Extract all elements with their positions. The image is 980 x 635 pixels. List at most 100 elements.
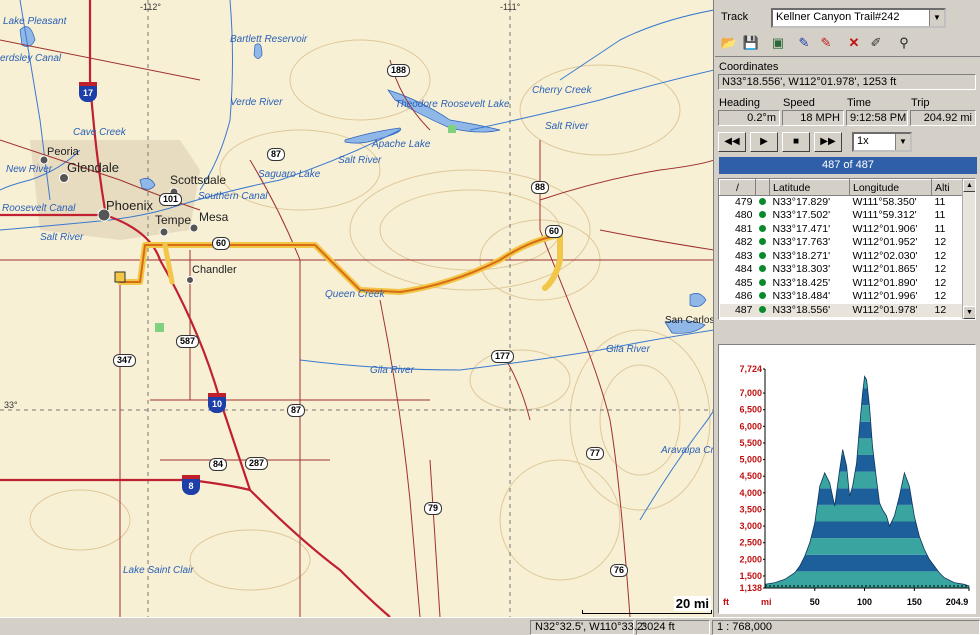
y-tick-label: 1,500 xyxy=(739,571,762,581)
highway-shield: 60 xyxy=(212,237,231,250)
point-marker-icon xyxy=(758,198,766,205)
playback-speed-value: 1x xyxy=(857,135,869,147)
pin-blue-icon[interactable]: ✎ xyxy=(793,33,815,53)
elevation-band xyxy=(765,554,969,572)
water-label: Theodore Roosevelt Lake xyxy=(395,99,510,110)
heading-value: 0.2°m xyxy=(718,110,780,126)
map-scale: 1 : 768,000 xyxy=(712,620,980,635)
water-label: Lake Pleasant xyxy=(3,16,67,27)
y-tick-label: 5,500 xyxy=(739,438,762,448)
scroll-down-icon[interactable]: ▼ xyxy=(963,306,975,319)
coordinates-label: Coordinates xyxy=(719,61,779,73)
highway-shield: 88 xyxy=(531,181,550,194)
save-icon[interactable]: 💾 xyxy=(740,33,762,53)
elevation-profile-chart[interactable]: 7,724 7,000 6,500 6,000 5,500 5,000 4,500 4,000… xyxy=(718,344,976,614)
y-tick-label: 2,000 xyxy=(739,554,762,564)
water-label: Cherry Creek xyxy=(532,85,592,96)
table-scrollbar[interactable]: ▲ ▼ xyxy=(962,179,975,319)
scroll-up-icon[interactable]: ▲ xyxy=(963,179,975,192)
interstate-shield: 8 xyxy=(182,475,200,495)
city-label: Scottsdale xyxy=(170,173,227,187)
playback-speed-select[interactable]: 1x ▼ xyxy=(852,132,912,152)
column-header[interactable]: Latitude xyxy=(769,179,850,196)
table-row[interactable]: 481 N33°17.471' W112°01.906' 11 xyxy=(720,223,964,237)
water-label: Southern Canal xyxy=(198,191,268,202)
column-header[interactable]: Longitude xyxy=(849,179,932,196)
city-label: Mesa xyxy=(199,210,229,224)
y-tick-label: 3,500 xyxy=(739,504,762,514)
elevation-band xyxy=(765,454,969,472)
interstate-shield: 10 xyxy=(208,393,226,413)
water-label: Aravaipa Cr xyxy=(661,445,714,456)
x-tick-label: 100 xyxy=(857,597,872,607)
track-points-table[interactable]: / Latitude Longitude Alti 479 N33°17.829'… xyxy=(718,178,976,320)
table-row[interactable]: 482 N33°17.763' W112°01.952' 12 xyxy=(720,236,964,250)
point-marker-icon xyxy=(758,211,766,219)
elevation-profile-svg: 7,724 7,000 6,500 6,000 5,500 5,000 4,500 4,000… xyxy=(723,364,970,607)
interstate-shield: 17 xyxy=(79,82,97,102)
elevation-band xyxy=(765,388,969,406)
time-label: Time xyxy=(847,97,872,109)
cursor-elevation: 3024 ft xyxy=(636,620,710,635)
cursor-coordinates: N32°32.5', W110°33.2' xyxy=(530,620,645,635)
elevation-band xyxy=(765,438,969,455)
track-select[interactable]: Kellner Canyon Trail#242 ▼ xyxy=(771,8,946,28)
elevation-band xyxy=(765,369,969,372)
point-marker-icon xyxy=(758,292,766,300)
trip-label: Trip xyxy=(911,97,930,109)
water-label: Queen Creek xyxy=(325,289,385,300)
highway-shield: 79 xyxy=(424,502,443,515)
table-row[interactable]: 485 N33°18.425' W112°01.890' 12 xyxy=(720,277,964,291)
column-header[interactable]: Alti xyxy=(931,179,964,196)
table-row[interactable]: 484 N33°18.303' W112°01.865' 12 xyxy=(720,263,964,277)
place-label: San Carlos xyxy=(665,315,714,326)
city-label: Peoria xyxy=(47,146,79,158)
speed-label: Speed xyxy=(783,97,815,109)
map-canvas xyxy=(0,0,713,617)
delete-icon[interactable]: ✕ xyxy=(843,33,865,53)
column-header[interactable] xyxy=(755,179,770,196)
longitude-label: -112° xyxy=(140,2,161,12)
point-marker-icon xyxy=(758,278,766,286)
water-label: New River xyxy=(6,164,53,175)
chevron-down-icon[interactable]: ▼ xyxy=(895,134,910,150)
map-image-icon[interactable]: ▣ xyxy=(767,33,789,53)
table-row[interactable]: 480 N33°17.502' W111°59.312' 11 xyxy=(720,209,964,223)
track-label: Track xyxy=(721,11,749,23)
y-unit-label: ft xyxy=(723,597,729,607)
edit-icon[interactable]: ✐ xyxy=(865,33,887,53)
table-row[interactable]: 479 N33°17.829' W111°58.350' 11 xyxy=(720,196,964,210)
y-tick-label: 4,000 xyxy=(739,488,762,498)
water-label: Saguaro Lake xyxy=(258,169,321,180)
city-label: Chandler xyxy=(192,264,237,276)
point-marker-icon xyxy=(758,251,766,259)
binoculars-icon[interactable]: ⚲ xyxy=(893,33,915,53)
elevation-area xyxy=(765,369,969,588)
table-row[interactable]: 486 N33°18.484' W112°01.996' 12 xyxy=(720,290,964,304)
y-tick-label: 7,000 xyxy=(739,388,762,398)
latitude-label: 33° xyxy=(4,400,18,410)
elevation-band xyxy=(765,421,969,439)
fast-forward-button[interactable]: ▶▶ xyxy=(814,132,842,152)
longitude-label: -111° xyxy=(500,2,521,12)
open-folder-icon[interactable]: 📂 xyxy=(718,33,740,53)
rewind-button[interactable]: ◀◀ xyxy=(718,132,746,152)
y-tick-label: 4,500 xyxy=(739,471,762,481)
chevron-down-icon[interactable]: ▼ xyxy=(929,10,944,26)
play-button[interactable]: ▶ xyxy=(750,132,778,152)
table-row[interactable]: 487 N33°18.556' W112°01.978' 12 xyxy=(719,303,964,317)
highway-shield: 101 xyxy=(159,193,183,206)
water-label: Cave Creek xyxy=(73,127,126,138)
highway-shield: 87 xyxy=(267,148,286,161)
stop-button[interactable]: ■ xyxy=(782,132,810,152)
x-tick-label: 204.9 xyxy=(946,597,969,607)
highway-shield: 587 xyxy=(176,335,200,348)
highway-shield: 60 xyxy=(545,225,564,238)
map-view[interactable]: -112° -111° 33° Lake Pleasant Bartlett R… xyxy=(0,0,714,617)
water-label: Bartlett Reservoir xyxy=(230,34,308,45)
point-marker-icon xyxy=(758,305,766,313)
point-marker-icon xyxy=(758,265,766,273)
table-row[interactable]: 483 N33°18.271' W112°02.030' 12 xyxy=(720,250,964,264)
column-header[interactable]: / xyxy=(719,179,756,196)
pin-red-icon[interactable]: ✎ xyxy=(815,33,837,53)
